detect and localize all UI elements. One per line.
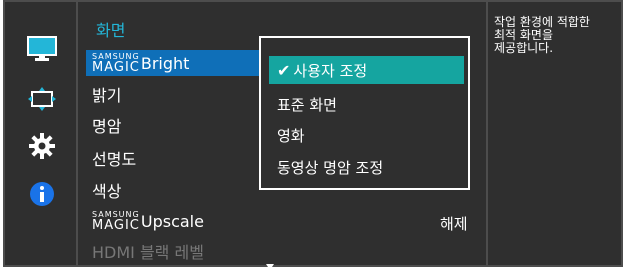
checkmark-icon: ✔ — [277, 60, 291, 80]
upscale-value: 해제 — [440, 215, 468, 233]
description-text: 작업 환경에 적합한 최적 화면을 제공합니다. — [494, 15, 590, 55]
menu-item-brightness[interactable]: 밝기 — [92, 81, 121, 107]
info-icon[interactable] — [23, 178, 61, 210]
option-label: 사용자 조정 — [293, 61, 368, 80]
description-panel: 작업 환경에 적합한 최적 화면을 제공합니다. — [486, 0, 623, 267]
samsung-magic-logo: SAMSUNG MAGIC — [92, 51, 140, 75]
monitor-icon[interactable] — [23, 32, 61, 66]
osd-screen: 화면 SAMSUNG MAGIC Bright 밝기 명암 선명도 색상 SAM… — [0, 0, 623, 276]
option-dynamic-contrast[interactable]: 동영상 명암 조정 — [269, 153, 464, 181]
option-standard[interactable]: 표준 화면 — [269, 90, 464, 118]
option-movie[interactable]: 영화 — [269, 121, 464, 149]
magic-bright-options-popup: ✔ 사용자 조정 표준 화면 영화 동영상 명암 조정 — [259, 36, 470, 190]
icon-column — [3, 0, 79, 267]
menu-item-magic-bright[interactable]: SAMSUNG MAGIC Bright — [86, 50, 264, 76]
resize-arrows-icon[interactable] — [23, 84, 61, 114]
menu-item-hdmi-black-level: HDMI 블랙 레벨 — [92, 243, 204, 262]
samsung-magic-logo: SAMSUNG MAGIC — [92, 209, 140, 233]
menu-item-sharpness[interactable]: 선명도 — [92, 145, 136, 171]
menu-item-contrast[interactable]: 명암 — [92, 112, 121, 138]
option-custom[interactable]: ✔ 사용자 조정 — [269, 56, 464, 84]
menu-item-magic-upscale[interactable]: SAMSUNG MAGIC Upscale — [92, 208, 204, 234]
menu-item-label: Bright — [140, 53, 190, 73]
menu-title: 화면 — [96, 21, 126, 40]
scroll-down-icon[interactable] — [266, 264, 274, 270]
menu-item-color[interactable]: 색상 — [92, 177, 121, 203]
menu-item-label: Upscale — [140, 211, 204, 231]
gear-icon[interactable] — [23, 130, 61, 162]
